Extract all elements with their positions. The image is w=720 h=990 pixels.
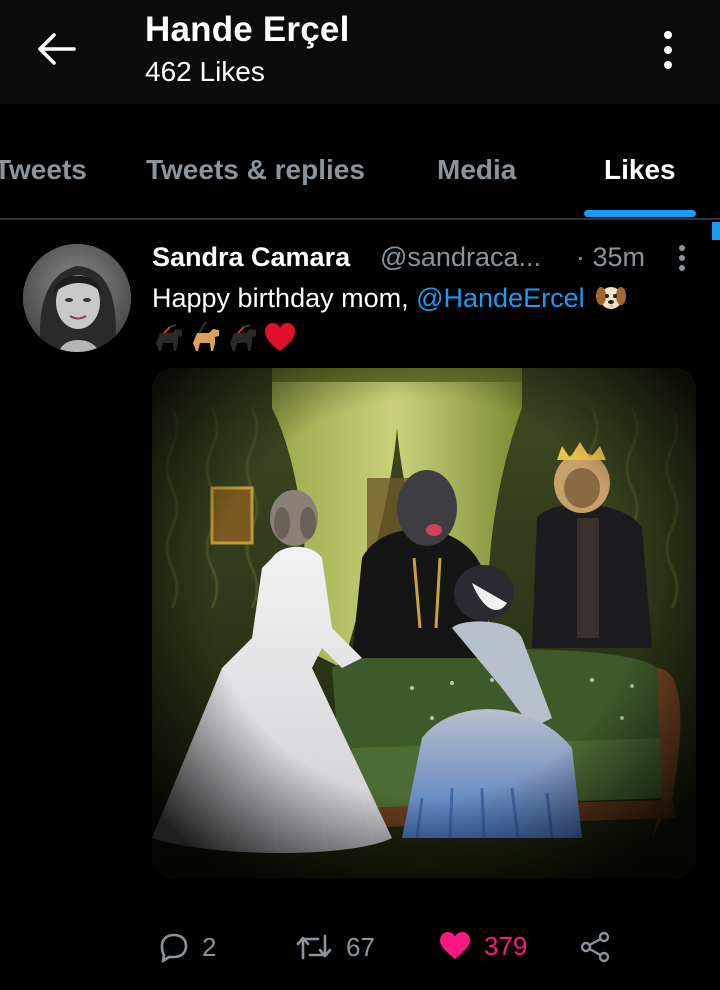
reply-button[interactable]: 2 (156, 930, 216, 964)
like-count: 379 (484, 930, 528, 961)
back-button[interactable] (30, 26, 82, 72)
tab-media[interactable]: Media (437, 154, 516, 186)
retweet-icon (296, 934, 332, 960)
tweet-author-name[interactable]: Sandra Camara (152, 242, 350, 273)
more-vertical-icon (679, 245, 685, 271)
black-dog-icon (156, 324, 182, 351)
tab-tweets-replies[interactable]: Tweets & replies (146, 154, 365, 186)
tab-likes[interactable]: Likes (604, 154, 676, 186)
tweet-card[interactable]: Sandra Camara @sandraca... · 35m Happy b… (0, 222, 720, 990)
mention-link[interactable]: @HandeErcel (416, 283, 585, 313)
top-app-bar: Hande Erçel 462 Likes (0, 0, 720, 104)
profile-tabs: Tweets Tweets & replies Media Likes (0, 104, 720, 220)
profile-name-title: Hande Erçel (145, 10, 350, 49)
tab-tweets[interactable]: Tweets (0, 154, 87, 186)
overflow-menu-button[interactable] (650, 28, 686, 72)
profile-photo-image (23, 244, 131, 352)
avatar[interactable] (23, 244, 131, 352)
tweet-media-image[interactable] (152, 368, 696, 878)
tweet-actions: 2 67 379 (0, 922, 720, 982)
reply-count: 2 (202, 931, 217, 962)
arrow-left-icon (38, 33, 76, 65)
share-button[interactable] (578, 930, 612, 964)
likes-count-subtitle: 462 Likes (145, 56, 265, 87)
retweet-count: 67 (346, 931, 375, 962)
active-tab-indicator (584, 210, 696, 217)
black-dog-icon (230, 324, 256, 351)
guide-dog-icon (193, 322, 219, 351)
heart-filled-icon (440, 932, 470, 959)
tweet-text: Happy birthday mom, @HandeErcel (152, 282, 627, 314)
like-button[interactable]: 379 (438, 930, 527, 962)
emoji-row (152, 320, 297, 354)
retweet-button[interactable]: 67 (294, 930, 375, 964)
share-icon (580, 931, 610, 963)
red-heart-icon (265, 323, 295, 351)
tweet-timestamp[interactable]: · 35m (576, 242, 645, 273)
more-vertical-icon (664, 31, 672, 69)
tweet-author-handle[interactable]: @sandraca... (380, 242, 541, 273)
dog-face-emoji (596, 287, 627, 309)
reply-icon (160, 933, 188, 963)
tweet-menu-button[interactable] (672, 242, 692, 274)
tweet-text-body: Happy birthday mom, (152, 283, 417, 313)
painting-illustration (152, 368, 696, 878)
